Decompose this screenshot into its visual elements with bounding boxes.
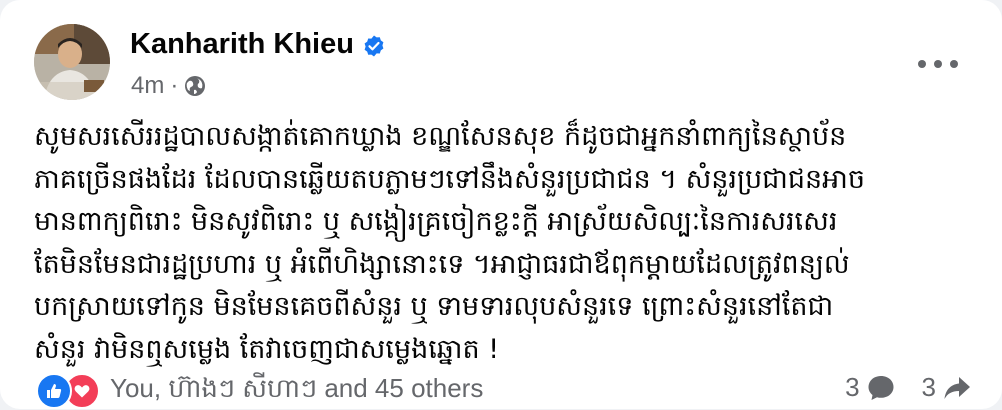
reactions-summary[interactable]: You, ហ៊ាងៗ សីហាៗ and 45 others xyxy=(36,372,483,410)
post-body-line: សូមសរសើររដ្ឋបាលសង្កាត់គោកឃ្លាង ខណ្ឌសែនសុ… xyxy=(34,121,847,152)
post-body: សូមសរសើររដ្ឋបាលសង្កាត់គោកឃ្លាង ខណ្ឌសែនសុ… xyxy=(34,116,979,371)
post-body-line: មានពាក្យពិរោះ មិនសូវពិរោះ ឬ សង្កៀរគ្រចៀក… xyxy=(34,206,838,237)
post-card: Kanharith Khieu 4m · សូមសរសើររដ្ឋបាលសង្ក… xyxy=(0,0,1002,409)
more-dot xyxy=(934,60,942,68)
post-body-line: តែមិនមែនជារដ្ឋប្រហារ ឬ អំពើហិង្សានោះទេ ។… xyxy=(34,248,850,280)
more-dot xyxy=(918,60,926,68)
avatar[interactable] xyxy=(34,24,110,100)
like-icon xyxy=(36,373,72,409)
more-options-icon[interactable] xyxy=(918,54,958,74)
meta-separator: · xyxy=(170,72,179,99)
post-meta: 4m · xyxy=(131,72,206,100)
post-body-line: សំនួរ វាមិនឮសម្លេង តែវាចេញជាសម្លេងឆ្នោត … xyxy=(34,333,500,365)
reactions-text[interactable]: You, ហ៊ាងៗ សីហាៗ and 45 others xyxy=(110,372,483,410)
author-name-text[interactable]: Kanharith Khieu xyxy=(130,28,354,61)
author-name[interactable]: Kanharith Khieu xyxy=(130,28,386,61)
verified-badge-icon xyxy=(362,33,386,57)
more-dot xyxy=(950,60,958,68)
post-body-line: បកស្រាយទៅកូន មិនមែនគេចពីសំនួរ ឬ ទាមទារលុ… xyxy=(34,291,834,322)
comment-count[interactable]: 3 xyxy=(845,372,859,403)
share-icon[interactable] xyxy=(942,373,972,403)
engagement-counts: 3 3 xyxy=(845,372,972,403)
globe-icon[interactable] xyxy=(184,75,206,97)
share-count[interactable]: 3 xyxy=(922,372,936,403)
post-body-line: ភាគច្រើនផងដែរ ដែលបានឆ្លើយតបភ្លាមៗទៅនឹងសំ… xyxy=(34,163,866,195)
comment-icon[interactable] xyxy=(866,373,896,403)
post-timestamp[interactable]: 4m xyxy=(131,72,164,100)
